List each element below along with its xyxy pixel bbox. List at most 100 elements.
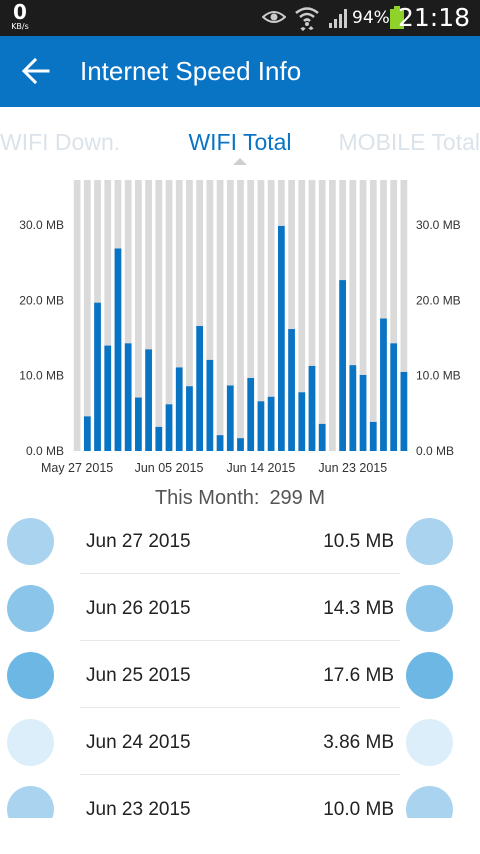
eye-icon: [262, 11, 286, 23]
usage-level-circle: [406, 719, 453, 766]
list-item-amount: 10.5 MB: [323, 531, 394, 552]
bar: [216, 435, 224, 451]
signal-icon: [329, 9, 347, 28]
network-speed-indicator: 0 KB/s: [8, 2, 32, 31]
bar: [165, 404, 173, 451]
app-bar: Internet Speed Info: [0, 36, 480, 107]
list-item-date: Jun 27 2015: [86, 531, 191, 552]
divider: [80, 640, 400, 641]
bar: [124, 343, 132, 451]
bar: [155, 426, 163, 451]
usage-level-circle: [7, 786, 54, 818]
bar: [83, 416, 91, 451]
bar-track: [83, 180, 91, 451]
bar: [237, 438, 244, 451]
usage-bar-chart: 0.0 MB 0.0 MB 10.0 MB 10.0 MB 20.0 MB 20.0 MB…: [19, 180, 461, 475]
divider: [80, 573, 400, 574]
usage-level-circle: [7, 585, 54, 632]
bar: [135, 397, 142, 451]
bar: [349, 365, 357, 451]
bar: [288, 329, 295, 451]
list-item-amount: 3.86 MB: [323, 732, 394, 753]
list-item-date: Jun 25 2015: [86, 665, 191, 686]
bar: [339, 280, 346, 451]
status-bar: 0 KB/s 94% 21:18: [0, 0, 480, 36]
list-item[interactable]: Jun 27 2015 10.5 MB: [0, 518, 480, 585]
divider: [80, 707, 400, 708]
bar-track: [155, 180, 163, 451]
usage-level-circle: [406, 652, 453, 699]
bar: [267, 396, 275, 451]
list-item[interactable]: Jun 26 2015 14.3 MB: [0, 585, 480, 652]
y-tick-label-left: 30.0 MB: [19, 218, 64, 232]
bar: [380, 318, 387, 451]
bar: [114, 248, 122, 451]
tab-mobile-total[interactable]: MOBILE Total: [339, 129, 480, 156]
bar-track: [216, 180, 224, 451]
usage-level-circle: [7, 518, 54, 565]
bar: [359, 374, 367, 451]
month-total-label: This Month:: [154, 487, 260, 509]
bar-track: [237, 180, 244, 451]
bar: [145, 349, 152, 452]
bar: [400, 371, 408, 451]
bar-track: [329, 180, 336, 451]
battery-percent: 94%: [352, 8, 390, 28]
usage-level-circle: [7, 652, 54, 699]
list-item-date: Jun 24 2015: [86, 732, 191, 753]
x-tick-label: Jun 14 2015: [226, 461, 295, 475]
x-tick-label: Jun 23 2015: [318, 461, 387, 475]
daily-usage-list: Jun 27 2015 10.5 MB Jun 26 2015 14.3 MB …: [0, 518, 480, 818]
bar: [94, 302, 101, 451]
bar: [104, 345, 112, 451]
bar-track: [369, 180, 377, 451]
y-tick-label-right: 10.0 MB: [416, 369, 461, 383]
bar: [206, 359, 214, 451]
divider: [80, 774, 400, 775]
bar: [175, 367, 183, 451]
usage-level-circle: [7, 719, 54, 766]
bar: [226, 385, 234, 451]
bar-track: [73, 180, 81, 451]
bar: [390, 343, 398, 451]
back-arrow-icon[interactable]: [22, 58, 50, 84]
bar: [277, 225, 285, 451]
usage-level-circle: [406, 786, 453, 818]
x-tick-label: May 27 2015: [41, 461, 113, 475]
tab-indicator-icon: [233, 158, 247, 165]
bar: [186, 386, 193, 451]
month-total-value: 299 M: [269, 487, 326, 509]
y-tick-label-right: 30.0 MB: [416, 218, 461, 232]
y-tick-label-left: 0.0 MB: [26, 444, 64, 458]
bar: [369, 421, 377, 451]
list-item-date: Jun 23 2015: [86, 799, 191, 818]
bar: [257, 401, 265, 451]
network-speed-unit: KB/s: [11, 22, 29, 31]
y-tick-label-right: 20.0 MB: [416, 293, 461, 307]
list-item-amount: 10.0 MB: [323, 799, 394, 818]
network-speed-value: 0: [13, 0, 27, 24]
y-tick-label-right: 0.0 MB: [416, 444, 454, 458]
x-tick-label: Jun 05 2015: [135, 461, 204, 475]
list-item-amount: 17.6 MB: [323, 665, 394, 686]
bar: [247, 377, 255, 451]
usage-level-circle: [406, 585, 453, 632]
usage-level-circle: [406, 518, 453, 565]
tab-bar: WIFI Down. WIFI Total MOBILE Total: [0, 107, 480, 169]
clock: 21:18: [397, 3, 470, 32]
wifi-icon: [295, 7, 319, 31]
y-tick-label-left: 20.0 MB: [19, 293, 64, 307]
list-item-date: Jun 26 2015: [86, 598, 191, 619]
list-item[interactable]: Jun 23 2015 10.0 MB: [0, 786, 480, 818]
bar: [196, 326, 204, 451]
list-item-amount: 14.3 MB: [323, 598, 394, 619]
bar: [308, 365, 316, 451]
bar-track: [318, 180, 326, 451]
month-total: This Month: 299 M: [0, 487, 480, 510]
page-title: Internet Speed Info: [80, 56, 302, 86]
list-item[interactable]: Jun 25 2015 17.6 MB: [0, 652, 480, 719]
bar: [318, 423, 326, 451]
y-tick-label-left: 10.0 MB: [19, 369, 64, 383]
list-item[interactable]: Jun 24 2015 3.86 MB: [0, 719, 480, 786]
bar: [298, 392, 306, 451]
